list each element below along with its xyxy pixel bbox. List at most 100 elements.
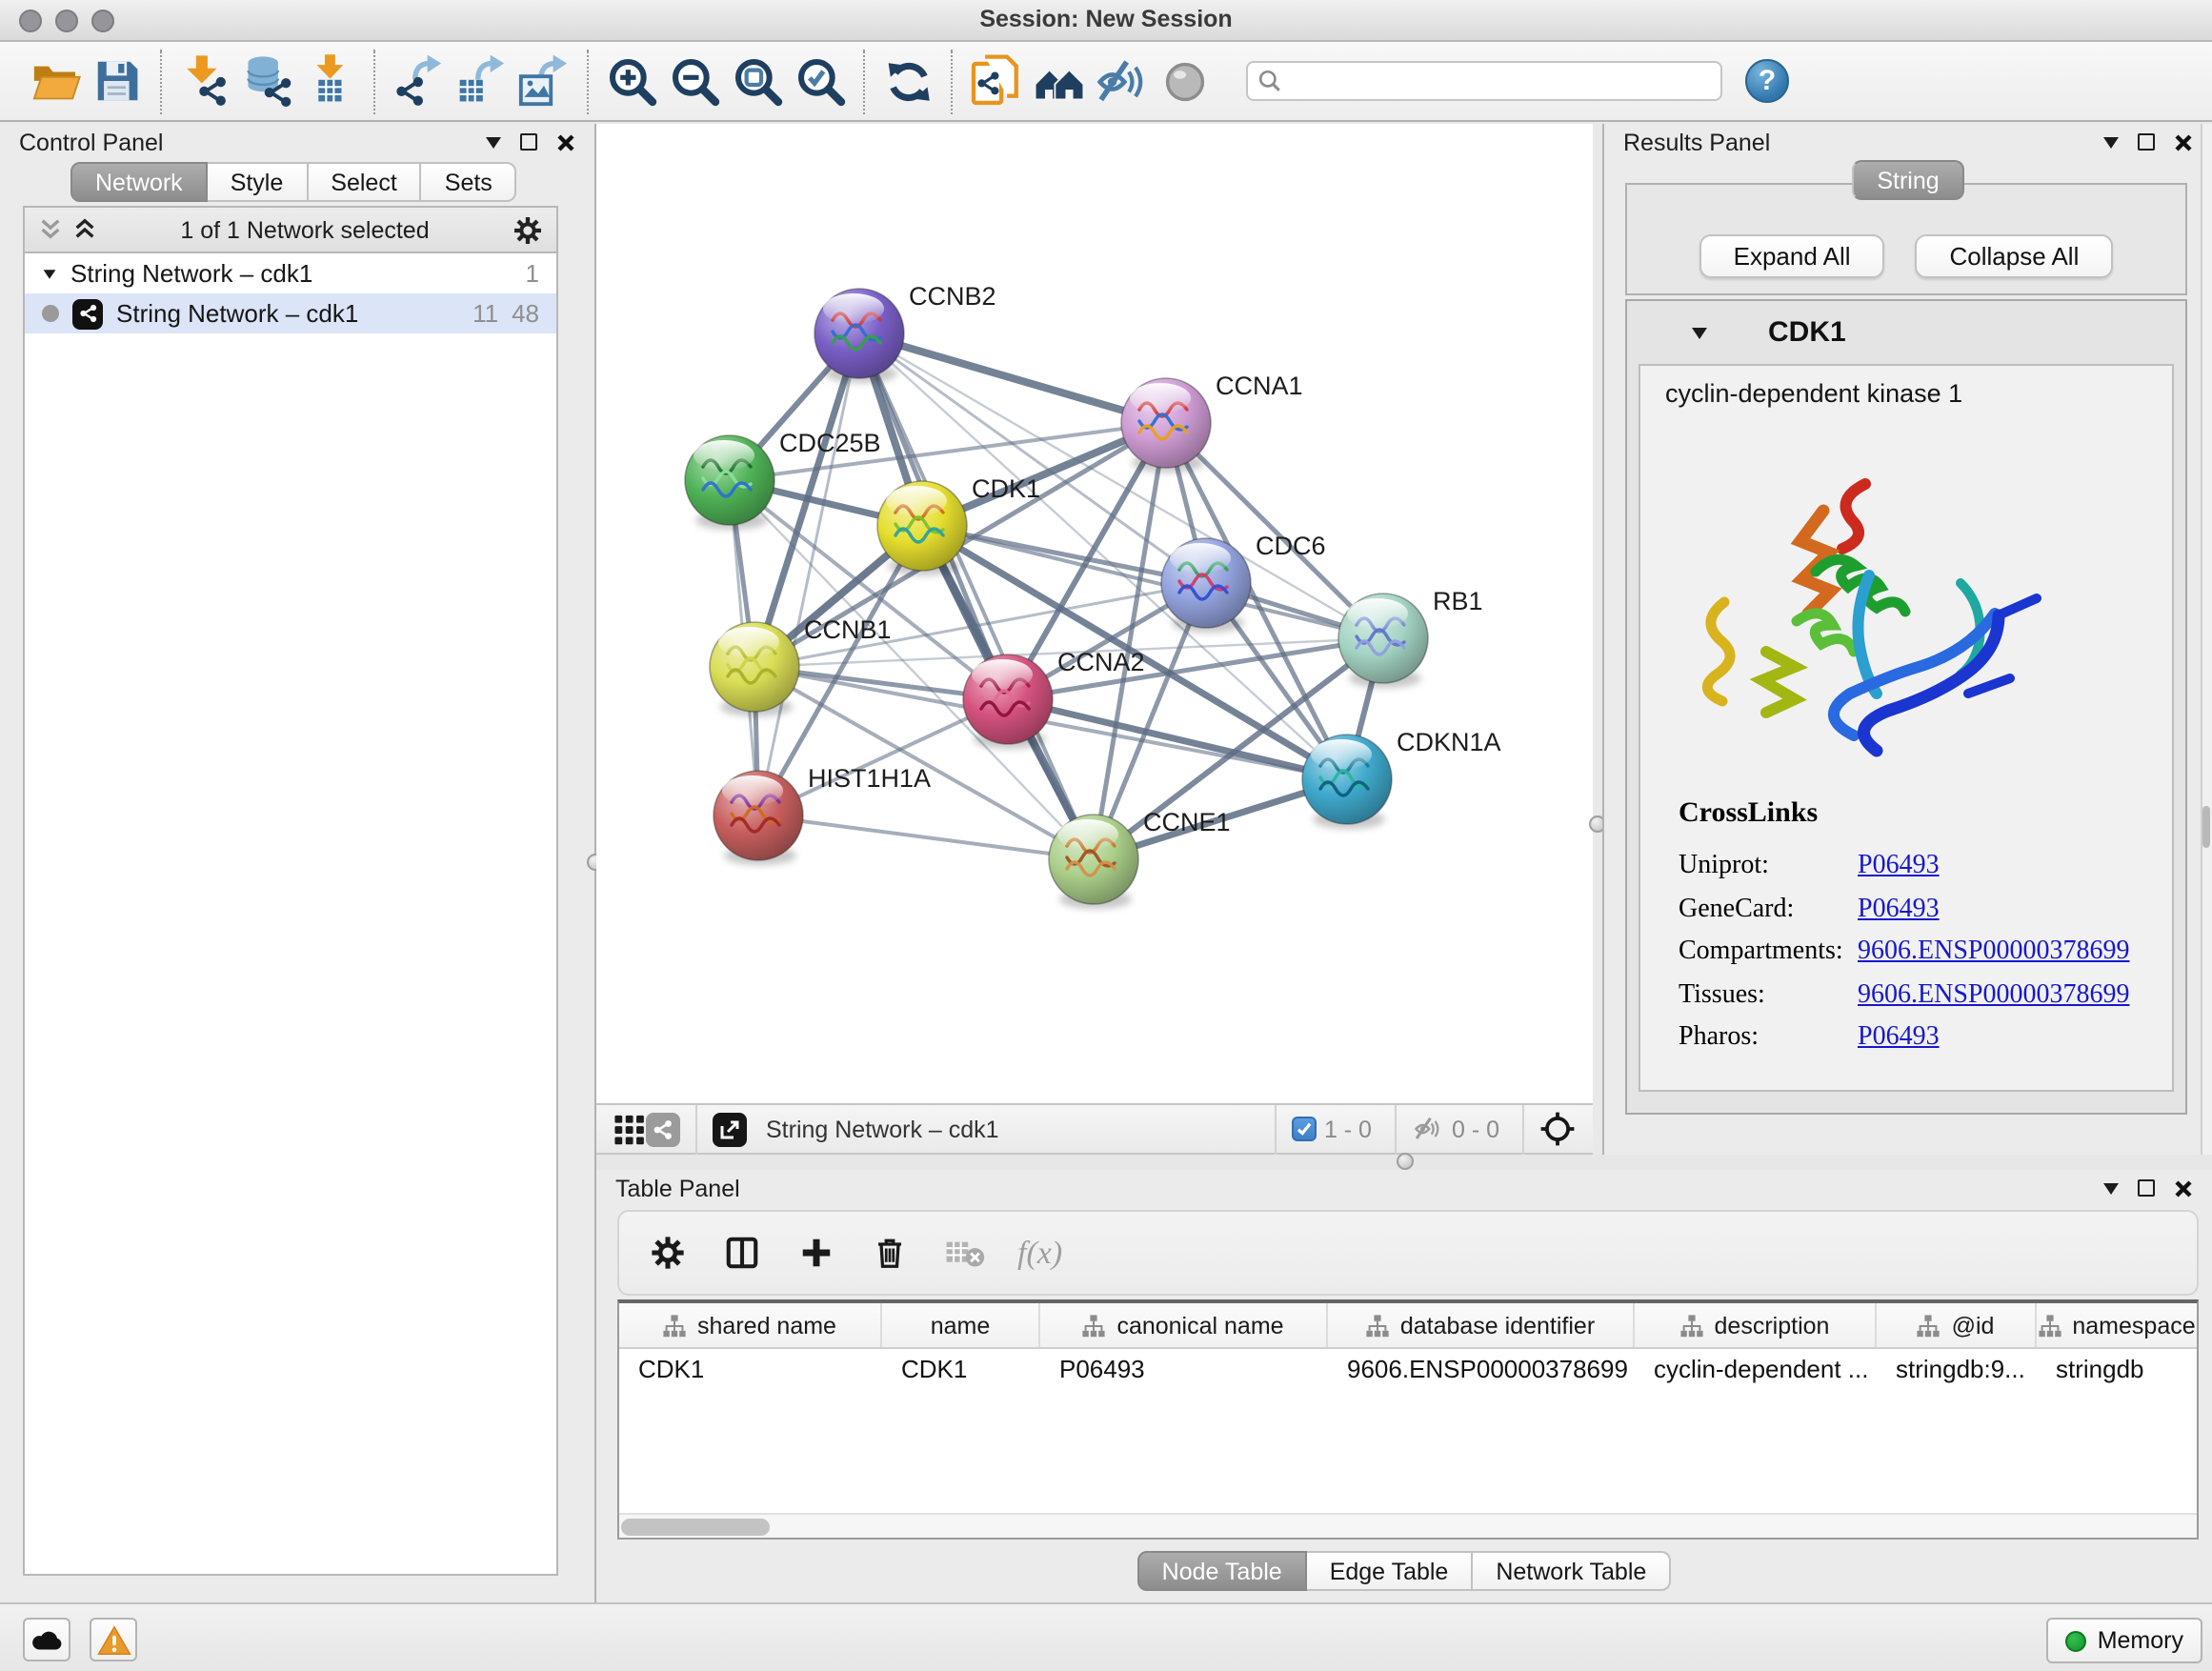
cloud-status-button[interactable] bbox=[23, 1618, 70, 1661]
column-header[interactable]: canonical name bbox=[1040, 1303, 1328, 1347]
import-network-database-button[interactable] bbox=[236, 47, 299, 115]
crosslink-link[interactable]: P06493 bbox=[1858, 1017, 1940, 1060]
panel-close-icon[interactable] bbox=[2174, 1178, 2193, 1198]
tab-network[interactable]: Network bbox=[70, 162, 208, 202]
results-scrollbar[interactable] bbox=[2201, 124, 2212, 1155]
clone-network-button[interactable] bbox=[964, 47, 1027, 115]
delete-table-button[interactable] bbox=[943, 1237, 985, 1269]
open-in-window-button[interactable] bbox=[713, 1112, 747, 1146]
panel-close-icon[interactable] bbox=[2174, 132, 2193, 151]
collection-disclosure-icon[interactable] bbox=[44, 269, 56, 278]
column-header[interactable]: database identifier bbox=[1328, 1303, 1635, 1347]
column-header[interactable]: description bbox=[1635, 1303, 1877, 1347]
crosslink-link[interactable]: P06493 bbox=[1858, 846, 1940, 889]
tab-string[interactable]: String bbox=[1852, 160, 1963, 200]
table-row[interactable]: CDK1 CDK1 P06493 9606.ENSP00000378699 cy… bbox=[619, 1349, 2197, 1387]
panel-menu-icon[interactable] bbox=[2103, 1182, 2119, 1194]
column-header[interactable]: @id bbox=[1877, 1303, 2037, 1347]
network-row-selected[interactable]: String Network – cdk1 11 48 bbox=[25, 293, 556, 333]
column-header[interactable]: namespace bbox=[2037, 1303, 2197, 1347]
zoom-fit-button[interactable] bbox=[726, 47, 789, 115]
search-input[interactable] bbox=[1282, 65, 1711, 97]
panel-float-icon[interactable] bbox=[2138, 1179, 2155, 1197]
crosslink-link[interactable]: 9606.ENSP00000378699 bbox=[1858, 975, 2129, 1017]
scrollbar-thumb[interactable] bbox=[621, 1519, 770, 1536]
column-header[interactable]: shared name bbox=[619, 1303, 882, 1347]
table-options-gear-button[interactable] bbox=[646, 1235, 688, 1271]
delete-column-button[interactable] bbox=[869, 1235, 911, 1271]
toolbar-separator bbox=[160, 49, 162, 113]
window-close-button[interactable] bbox=[19, 10, 42, 32]
node-RB1[interactable]: RB1 bbox=[1338, 587, 1483, 688]
selected-indicator-checkbox[interactable] bbox=[1292, 1117, 1317, 1141]
network-options-gear-icon[interactable] bbox=[513, 214, 543, 245]
tab-edge-table[interactable]: Edge Table bbox=[1307, 1551, 1474, 1591]
show-all-nodes-button[interactable] bbox=[1027, 47, 1090, 115]
hidden-eye-icon[interactable] bbox=[1412, 1115, 1444, 1143]
collapse-all-button[interactable]: Collapse All bbox=[1916, 234, 2114, 278]
node-label-CCNA1: CCNA1 bbox=[1216, 372, 1303, 400]
create-column-button[interactable] bbox=[794, 1235, 836, 1271]
crosslink-link[interactable]: 9606.ENSP00000378699 bbox=[1858, 932, 2129, 975]
node-HIST1H1A[interactable]: HIST1H1A bbox=[714, 764, 931, 865]
import-table-file-button[interactable] bbox=[299, 47, 362, 115]
export-table-button[interactable] bbox=[450, 47, 513, 115]
warnings-button[interactable] bbox=[90, 1618, 137, 1661]
crosslink-label: Tissues: bbox=[1679, 975, 1858, 1017]
crosslink-link[interactable]: P06493 bbox=[1858, 889, 1940, 932]
node-CDKN1A[interactable]: CDKN1A bbox=[1302, 728, 1501, 829]
results-scrollbar-thumb[interactable] bbox=[2202, 806, 2210, 848]
node-details-box: CDK1 cyclin-dependent kinase 1 bbox=[1625, 299, 2187, 1115]
edge-CCNB2-CCNA1[interactable] bbox=[859, 333, 1166, 423]
help-button[interactable]: ? bbox=[1745, 59, 1789, 103]
panel-close-icon[interactable] bbox=[556, 132, 575, 151]
birdseye-grid-icon[interactable] bbox=[613, 1113, 646, 1145]
expand-all-icon[interactable] bbox=[72, 217, 97, 242]
horizontal-splitter-handle[interactable] bbox=[1397, 1153, 1414, 1170]
node-CCNA1[interactable]: CCNA1 bbox=[1121, 372, 1303, 473]
tab-network-table[interactable]: Network Table bbox=[1473, 1551, 1671, 1591]
panel-float-icon[interactable] bbox=[520, 133, 537, 151]
panel-float-icon[interactable] bbox=[2138, 133, 2155, 151]
zoom-selected-icon bbox=[794, 54, 847, 108]
network-collection-row[interactable]: String Network – cdk1 1 bbox=[25, 253, 556, 293]
hide-selected-button[interactable] bbox=[1090, 47, 1153, 115]
window-minimize-button[interactable] bbox=[55, 10, 78, 32]
table-toolbar: f(x) bbox=[617, 1210, 2199, 1296]
zoom-in-button[interactable] bbox=[600, 47, 663, 115]
plus-icon bbox=[797, 1235, 834, 1271]
panel-menu-icon[interactable] bbox=[486, 136, 501, 148]
entry-disclosure-icon[interactable] bbox=[1692, 327, 1707, 338]
node-CDC25B[interactable]: CDC25B bbox=[685, 429, 881, 530]
function-builder-button[interactable]: f(x) bbox=[1017, 1234, 1062, 1272]
memory-button[interactable]: Memory bbox=[2046, 1618, 2202, 1663]
export-network-button[interactable] bbox=[387, 47, 450, 115]
import-network-file-button[interactable] bbox=[173, 47, 236, 115]
show-hidden-button[interactable] bbox=[1153, 47, 1216, 115]
results-panel: Results Panel Expand All Collapse All St… bbox=[1602, 124, 2212, 1155]
collapse-all-icon[interactable] bbox=[38, 217, 63, 242]
edge-HIST1H1A-CCNE1[interactable] bbox=[758, 815, 1094, 859]
apply-style-refresh-button[interactable] bbox=[876, 47, 939, 115]
export-image-button[interactable] bbox=[513, 47, 575, 115]
toolbar-search bbox=[1246, 61, 1722, 101]
show-columns-button[interactable] bbox=[720, 1235, 762, 1271]
tab-sets[interactable]: Sets bbox=[422, 162, 517, 202]
network-view-canvas[interactable]: CCNB2CCNA1CDC25BCDK1CDC6RB1CCNB1CCNA2CDK… bbox=[596, 124, 1593, 1103]
tab-select[interactable]: Select bbox=[308, 162, 422, 202]
crosshair-icon[interactable] bbox=[1539, 1111, 1576, 1147]
expand-all-button[interactable]: Expand All bbox=[1699, 234, 1885, 278]
zoom-out-button[interactable] bbox=[663, 47, 726, 115]
edge-CCNB2-HIST1H1A[interactable] bbox=[758, 333, 859, 815]
window-zoom-button[interactable] bbox=[91, 10, 114, 32]
save-session-button[interactable] bbox=[86, 47, 149, 115]
column-header[interactable]: name bbox=[882, 1303, 1040, 1347]
refresh-icon bbox=[881, 54, 935, 108]
node-CCNA2[interactable]: CCNA2 bbox=[963, 648, 1145, 749]
open-session-button[interactable] bbox=[23, 47, 86, 115]
tab-style[interactable]: Style bbox=[208, 162, 309, 202]
tab-node-table[interactable]: Node Table bbox=[1137, 1551, 1307, 1591]
zoom-selected-button[interactable] bbox=[789, 47, 852, 115]
panel-menu-icon[interactable] bbox=[2103, 136, 2119, 148]
table-horizontal-scrollbar[interactable] bbox=[619, 1513, 2197, 1538]
